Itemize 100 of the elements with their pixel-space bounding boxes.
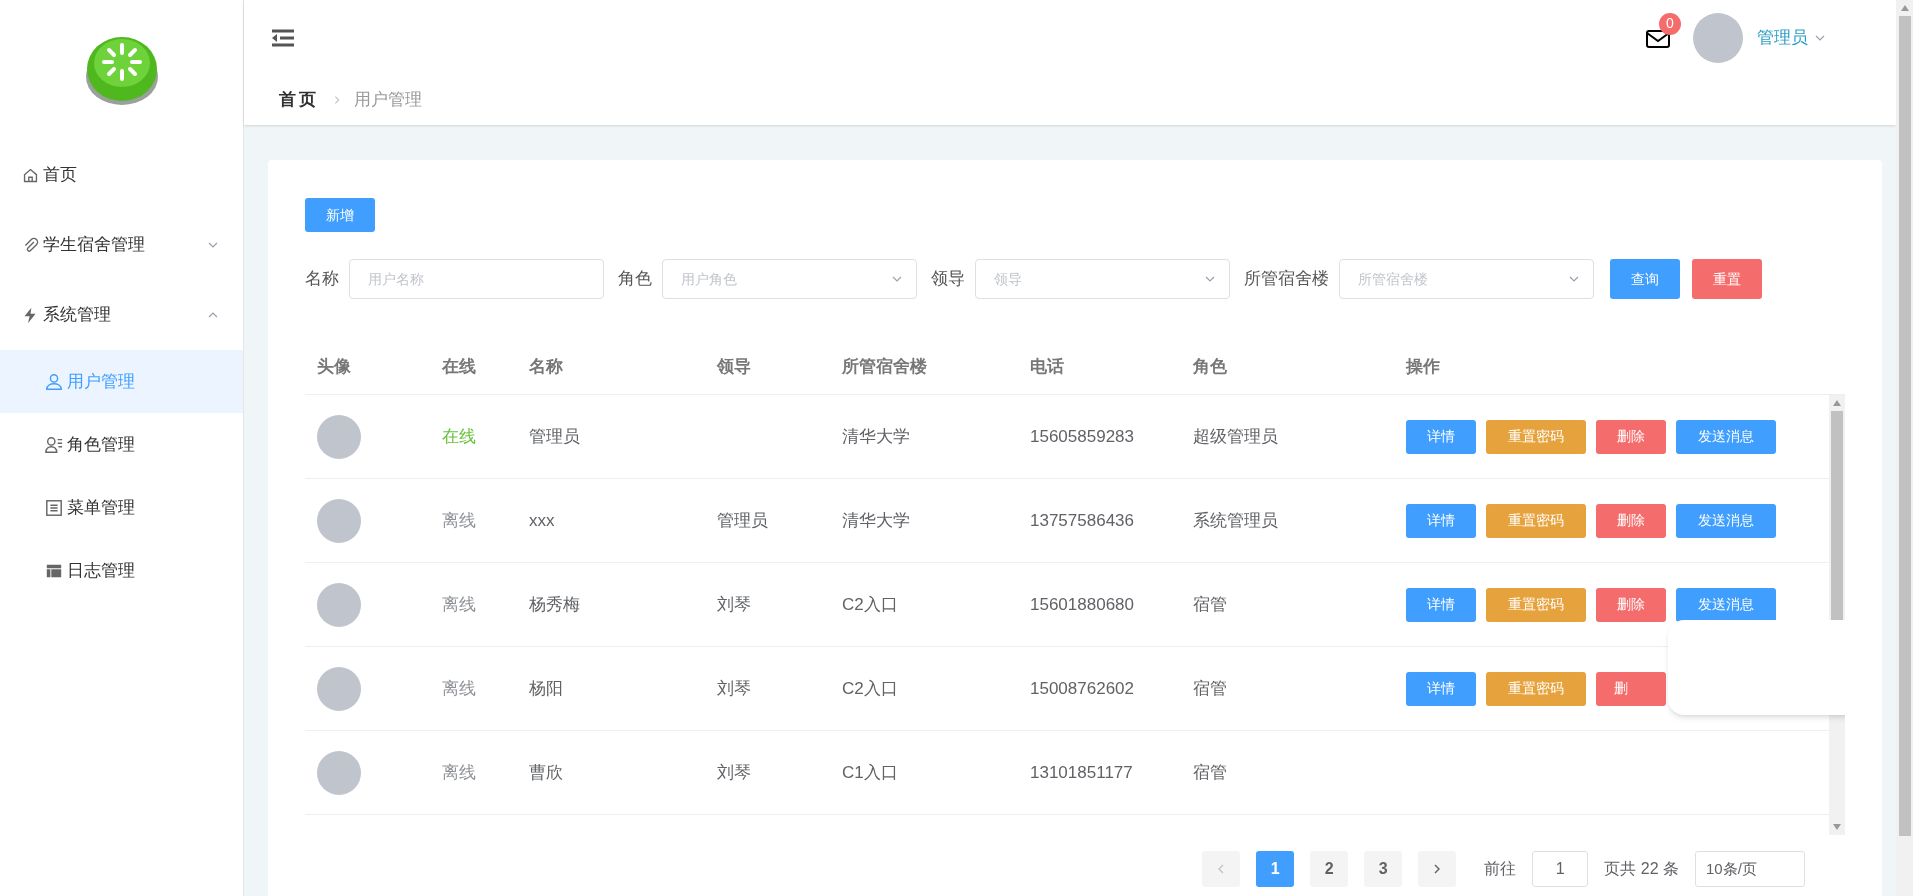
column-header: 电话 [1030,355,1065,378]
user-menu[interactable]: 管理员 [1757,24,1808,51]
select-field[interactable]: 领导 [975,259,1230,299]
sidebar-item[interactable]: 系统管理 [0,280,243,350]
action-button[interactable]: 详情 [1406,419,1476,454]
action-button[interactable]: 删 [1596,671,1666,706]
avatar [317,414,361,459]
sidebar-subitem[interactable]: 日志管理 [0,539,243,602]
sidebar-subitem[interactable]: 菜单管理 [0,476,243,539]
scroll-up-icon[interactable] [1833,400,1841,406]
action-button[interactable]: 发送消息 [1676,503,1776,538]
select-field[interactable]: 用户角色 [662,259,917,299]
table-cell-text: 曹欣 [529,761,564,784]
sidebar-subitem[interactable]: 用户管理 [0,350,243,413]
table-cell-text: 15601880680 [1030,593,1135,616]
reset-button[interactable]: 重置 [1692,259,1762,299]
goto-label: 前往 [1484,859,1517,879]
avatar [317,498,361,543]
select-field[interactable]: 所管宿舍楼 [1339,259,1594,299]
sidebar-label: 角色管理 [67,433,135,456]
user-icon [45,372,63,391]
action-button[interactable]: 重置密码 [1486,503,1586,538]
table-cell-text: 13757586436 [1030,509,1135,532]
user-avatar[interactable] [1693,12,1743,63]
action-button[interactable]: 重置密码 [1486,587,1586,622]
page-button[interactable]: 1 [1256,851,1295,887]
column-header: 领导 [717,355,752,378]
scroll-up-icon[interactable] [1900,5,1909,11]
scroll-down-icon[interactable] [1833,824,1841,830]
total-count: 页共 22 条 [1604,859,1679,879]
action-button[interactable]: 删除 [1596,587,1666,622]
list-icon [45,498,63,517]
table-cell-text: 管理员 [717,509,769,532]
notification-badge: 0 [1659,12,1681,35]
table-cell-text: 15008762602 [1030,677,1135,700]
action-button[interactable]: 详情 [1406,587,1476,622]
user-list-icon [45,435,63,454]
sidebar-label: 首页 [43,164,78,187]
table-cell-text: 刘琴 [717,761,752,784]
table-cell-text: xxx [529,509,556,532]
table-cell-text: 清华大学 [842,509,911,532]
table-cell-text: C2入口 [842,593,899,616]
filter-label: 所管宿舍楼 [1244,268,1329,291]
column-header: 角色 [1193,355,1228,378]
input-field[interactable]: 用户名称 [349,259,604,299]
table-cell-text: 超级管理员 [1193,425,1279,448]
page-button[interactable]: 2 [1310,851,1349,887]
status-cell-text: 在线 [442,425,477,448]
action-button[interactable]: 详情 [1406,503,1476,538]
scrollbar[interactable] [1896,0,1913,896]
page-input[interactable]: 1 [1532,851,1589,887]
filter-label: 名称 [305,268,339,291]
page-size-select[interactable]: 10条/页 [1695,851,1805,887]
filter-label: 领导 [931,268,965,291]
sidebar-subitem[interactable]: 角色管理 [0,413,243,476]
sidebar-label: 日志管理 [67,559,135,582]
page-button[interactable]: 3 [1364,851,1403,887]
action-button[interactable]: 发送消息 [1676,587,1776,622]
column-header: 名称 [529,355,564,378]
table-cell-text: 宿管 [1193,593,1228,616]
column-header: 所管宿舍楼 [842,355,928,378]
table-cell-text: 13101851177 [1030,761,1134,784]
table-cell-text: 清华大学 [842,425,911,448]
action-button[interactable]: 详情 [1406,671,1476,706]
action-button[interactable]: 重置密码 [1486,419,1586,454]
column-header: 操作 [1406,355,1441,378]
sidebar-item[interactable]: 首页 [0,140,243,210]
status-cell-text: 离线 [442,509,477,532]
action-button[interactable]: 删除 [1596,503,1666,538]
sidebar-item[interactable]: 学生宿舍管理 [0,210,243,280]
column-header: 在线 [442,355,477,378]
action-button[interactable]: 重置密码 [1486,671,1586,706]
status-cell-text: 离线 [442,593,477,616]
table-cell-text: 系统管理员 [1193,509,1279,532]
sidebar-label: 菜单管理 [67,496,135,519]
sidebar-label: 用户管理 [67,370,135,393]
add-button[interactable]: 新增 [305,198,375,232]
column-header: 头像 [317,355,352,378]
action-button[interactable]: 删除 [1596,419,1666,454]
table-cell-text: 15605859283 [1030,425,1135,448]
search-button[interactable]: 查询 [1610,259,1680,299]
breadcrumb-item[interactable]: 首页 [279,87,320,113]
avatar [317,666,361,711]
paperclip-icon [22,236,39,254]
menu-toggle-icon[interactable] [272,28,294,47]
table-cell-text: 刘琴 [717,677,752,700]
status-cell-text: 离线 [442,677,477,700]
table-cell-text: 宿管 [1193,761,1228,784]
action-button[interactable]: 发送消息 [1676,419,1776,454]
status-cell-text: 离线 [442,761,477,784]
home-icon [22,166,39,184]
sidebar-label: 系统管理 [43,304,112,327]
filter-label: 角色 [618,268,652,291]
avatar [317,750,361,795]
table-cell-text: C2入口 [842,677,899,700]
avatar [317,582,361,627]
table-cell-text: 管理员 [529,425,581,448]
table-cell-text: 刘琴 [717,593,752,616]
table-cell-text: 宿管 [1193,677,1228,700]
table-cell-text: C1入口 [842,761,899,784]
